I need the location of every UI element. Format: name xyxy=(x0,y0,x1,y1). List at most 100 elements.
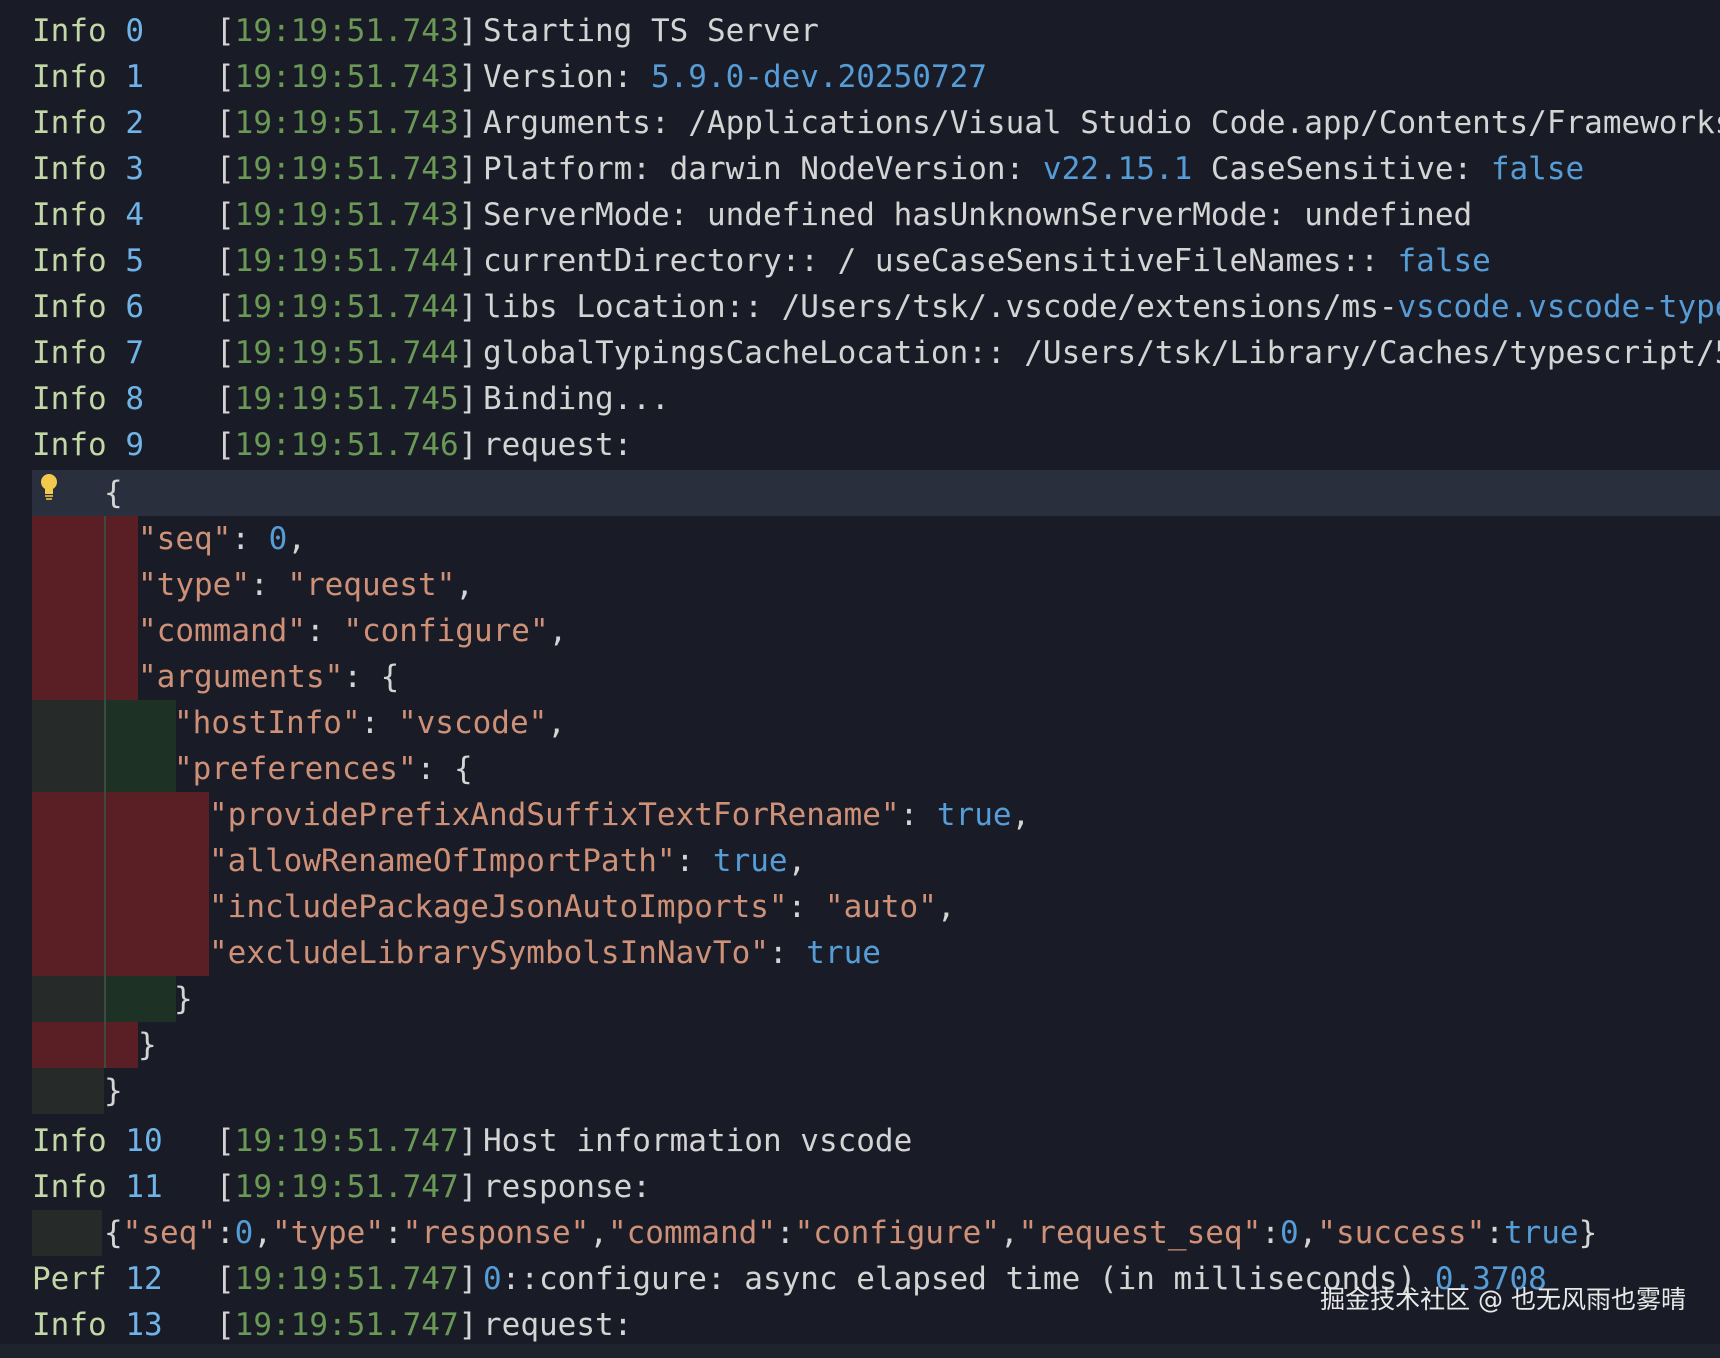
log-text-segment: 5.9.0-dev.20250727 xyxy=(650,59,987,95)
timestamp-bracket: ] xyxy=(458,1261,478,1297)
indent-guide-block xyxy=(32,654,138,700)
log-line: {"seq":0,"type":"response","command":"co… xyxy=(0,1210,1720,1256)
log-level-label: Info xyxy=(32,289,126,325)
log-text-segment: } xyxy=(138,1027,157,1063)
log-line-number: 6 xyxy=(125,289,144,325)
log-level: Info 5 xyxy=(32,238,144,284)
log-line-number: 5 xyxy=(125,243,144,279)
log-text-segment: 0 xyxy=(268,521,288,557)
log-text-segment: "type" xyxy=(272,1215,384,1251)
timestamp-bracket: [ xyxy=(216,289,235,325)
json-content: "command": "configure", xyxy=(138,608,567,654)
log-line-number: 12 xyxy=(125,1261,163,1297)
log-text-segment: vscode.vscode-typesc xyxy=(1397,289,1720,325)
log-timestamp: [19:19:51.745] xyxy=(216,376,477,422)
log-text-segment: Binding... xyxy=(483,381,670,417)
timestamp-bracket: [ xyxy=(216,1123,235,1159)
timestamp-bracket: [ xyxy=(216,59,235,95)
log-line: Info 3 [19:19:51.743] Platform: darwin Nod… xyxy=(0,146,1720,192)
log-text-segment: globalTypingsCacheLocation:: /Users/tsk/… xyxy=(483,335,1720,371)
log-line: Info 4 [19:19:51.743] ServerMode: undefine… xyxy=(0,192,1720,238)
log-line: Info 11 [19:19:51.747] response: xyxy=(0,1164,1720,1210)
indent-separator xyxy=(104,1022,106,1068)
timestamp-value: 19:19:51.743 xyxy=(234,59,459,95)
timestamp-value: 19:19:51.745 xyxy=(234,381,459,417)
json-content: { xyxy=(104,470,123,516)
log-level-label: Info xyxy=(32,59,126,95)
timestamp-bracket: ] xyxy=(458,335,478,371)
json-content: } xyxy=(174,976,193,1022)
indent-guide-block xyxy=(32,930,209,976)
log-text-segment: , xyxy=(548,613,568,649)
log-text-segment: "allowRenameOfImportPath" xyxy=(209,843,676,879)
timestamp-value: 19:19:51.747 xyxy=(234,1169,459,1205)
log-text-segment: ServerMode: undefined hasUnknownServerMo… xyxy=(483,197,1473,233)
log-message: libs Location:: /Users/tsk/.vscode/exten… xyxy=(483,284,1720,330)
indent-separator xyxy=(104,884,106,930)
log-text-segment: { xyxy=(104,475,123,511)
log-text-segment: false xyxy=(1490,151,1585,187)
log-text-segment: currentDirectory:: / useCaseSensitiveFil… xyxy=(483,243,1398,279)
indent-separator xyxy=(104,516,106,562)
timestamp-bracket: ] xyxy=(458,427,478,463)
timestamp-bracket: ] xyxy=(458,105,478,141)
timestamp-value: 19:19:51.743 xyxy=(234,197,459,233)
log-level: Perf 12 xyxy=(32,1256,163,1302)
log-message: ServerMode: undefined hasUnknownServerMo… xyxy=(483,192,1472,238)
log-text-segment: "vscode" xyxy=(397,705,548,741)
log-text-segment: : xyxy=(1485,1215,1504,1251)
log-text-segment: "includePackageJsonAutoImports" xyxy=(209,889,788,925)
indent-separator xyxy=(104,976,106,1022)
log-line-number: 11 xyxy=(125,1169,163,1205)
log-text-segment: "response" xyxy=(402,1215,590,1251)
log-timestamp: [19:19:51.747] xyxy=(216,1118,477,1164)
log-text-segment: Arguments: /Applications/Visual Studio C… xyxy=(483,105,1720,141)
json-content: "providePrefixAndSuffixTextForRename": t… xyxy=(209,792,1030,838)
json-line: "preferences": { xyxy=(0,746,1720,792)
log-line: Info 5 [19:19:51.744] currentDirectory:: /… xyxy=(0,238,1720,284)
log-level: Info 10 xyxy=(32,1118,163,1164)
log-line-number: 1 xyxy=(125,59,144,95)
log-text-segment: "command" xyxy=(138,613,306,649)
json-content: "allowRenameOfImportPath": true, xyxy=(209,838,806,884)
log-level: Info 1 xyxy=(32,54,144,100)
log-text-segment: : xyxy=(1261,1215,1280,1251)
json-content: "type": "request", xyxy=(138,562,474,608)
indent-separator xyxy=(104,838,106,884)
json-line: "seq": 0, xyxy=(0,516,1720,562)
log-text-segment: request: xyxy=(483,1307,633,1343)
log-level: Info 0 xyxy=(32,8,144,54)
log-timestamp: [19:19:51.747] xyxy=(216,1256,477,1302)
indent-guide-block xyxy=(32,1068,104,1114)
json-content: } xyxy=(138,1022,157,1068)
log-level: Info 11 xyxy=(32,1164,163,1210)
log-line-number: 2 xyxy=(125,105,144,141)
timestamp-bracket: [ xyxy=(216,381,235,417)
json-line: } xyxy=(0,1022,1720,1068)
timestamp-bracket: ] xyxy=(458,59,478,95)
log-text-segment: : xyxy=(899,797,937,833)
timestamp-bracket: [ xyxy=(216,427,235,463)
log-timestamp: [19:19:51.747] xyxy=(216,1164,477,1210)
log-text-segment: } xyxy=(1578,1215,1598,1251)
json-content: "includePackageJsonAutoImports": "auto", xyxy=(209,884,956,930)
log-timestamp: [19:19:51.744] xyxy=(216,238,477,284)
log-text-segment: : xyxy=(384,1215,403,1251)
json-content: "hostInfo": "vscode", xyxy=(174,700,566,746)
log-level-label: Info xyxy=(32,197,126,233)
log-text-segment: , xyxy=(936,889,956,925)
log-text-segment: "configure" xyxy=(794,1215,1000,1251)
log-text-segment: "auto" xyxy=(824,889,937,925)
log-timestamp: [19:19:51.744] xyxy=(216,284,477,330)
log-text-segment: 0 xyxy=(1279,1215,1299,1251)
indent-separator xyxy=(104,746,106,792)
log-level-label: Info xyxy=(32,335,126,371)
json-line: } xyxy=(0,1068,1720,1114)
timestamp-bracket: ] xyxy=(458,1123,478,1159)
log-text-segment: , xyxy=(589,1215,608,1251)
log-text-segment: : { xyxy=(416,751,473,787)
log-line: Info 0 [19:19:51.743] Starting TS Server xyxy=(0,8,1720,54)
timestamp-value: 19:19:51.744 xyxy=(234,335,459,371)
timestamp-bracket: [ xyxy=(216,335,235,371)
log-line: Info 1 [19:19:51.743] Version: 5.9.0-dev.2… xyxy=(0,54,1720,100)
